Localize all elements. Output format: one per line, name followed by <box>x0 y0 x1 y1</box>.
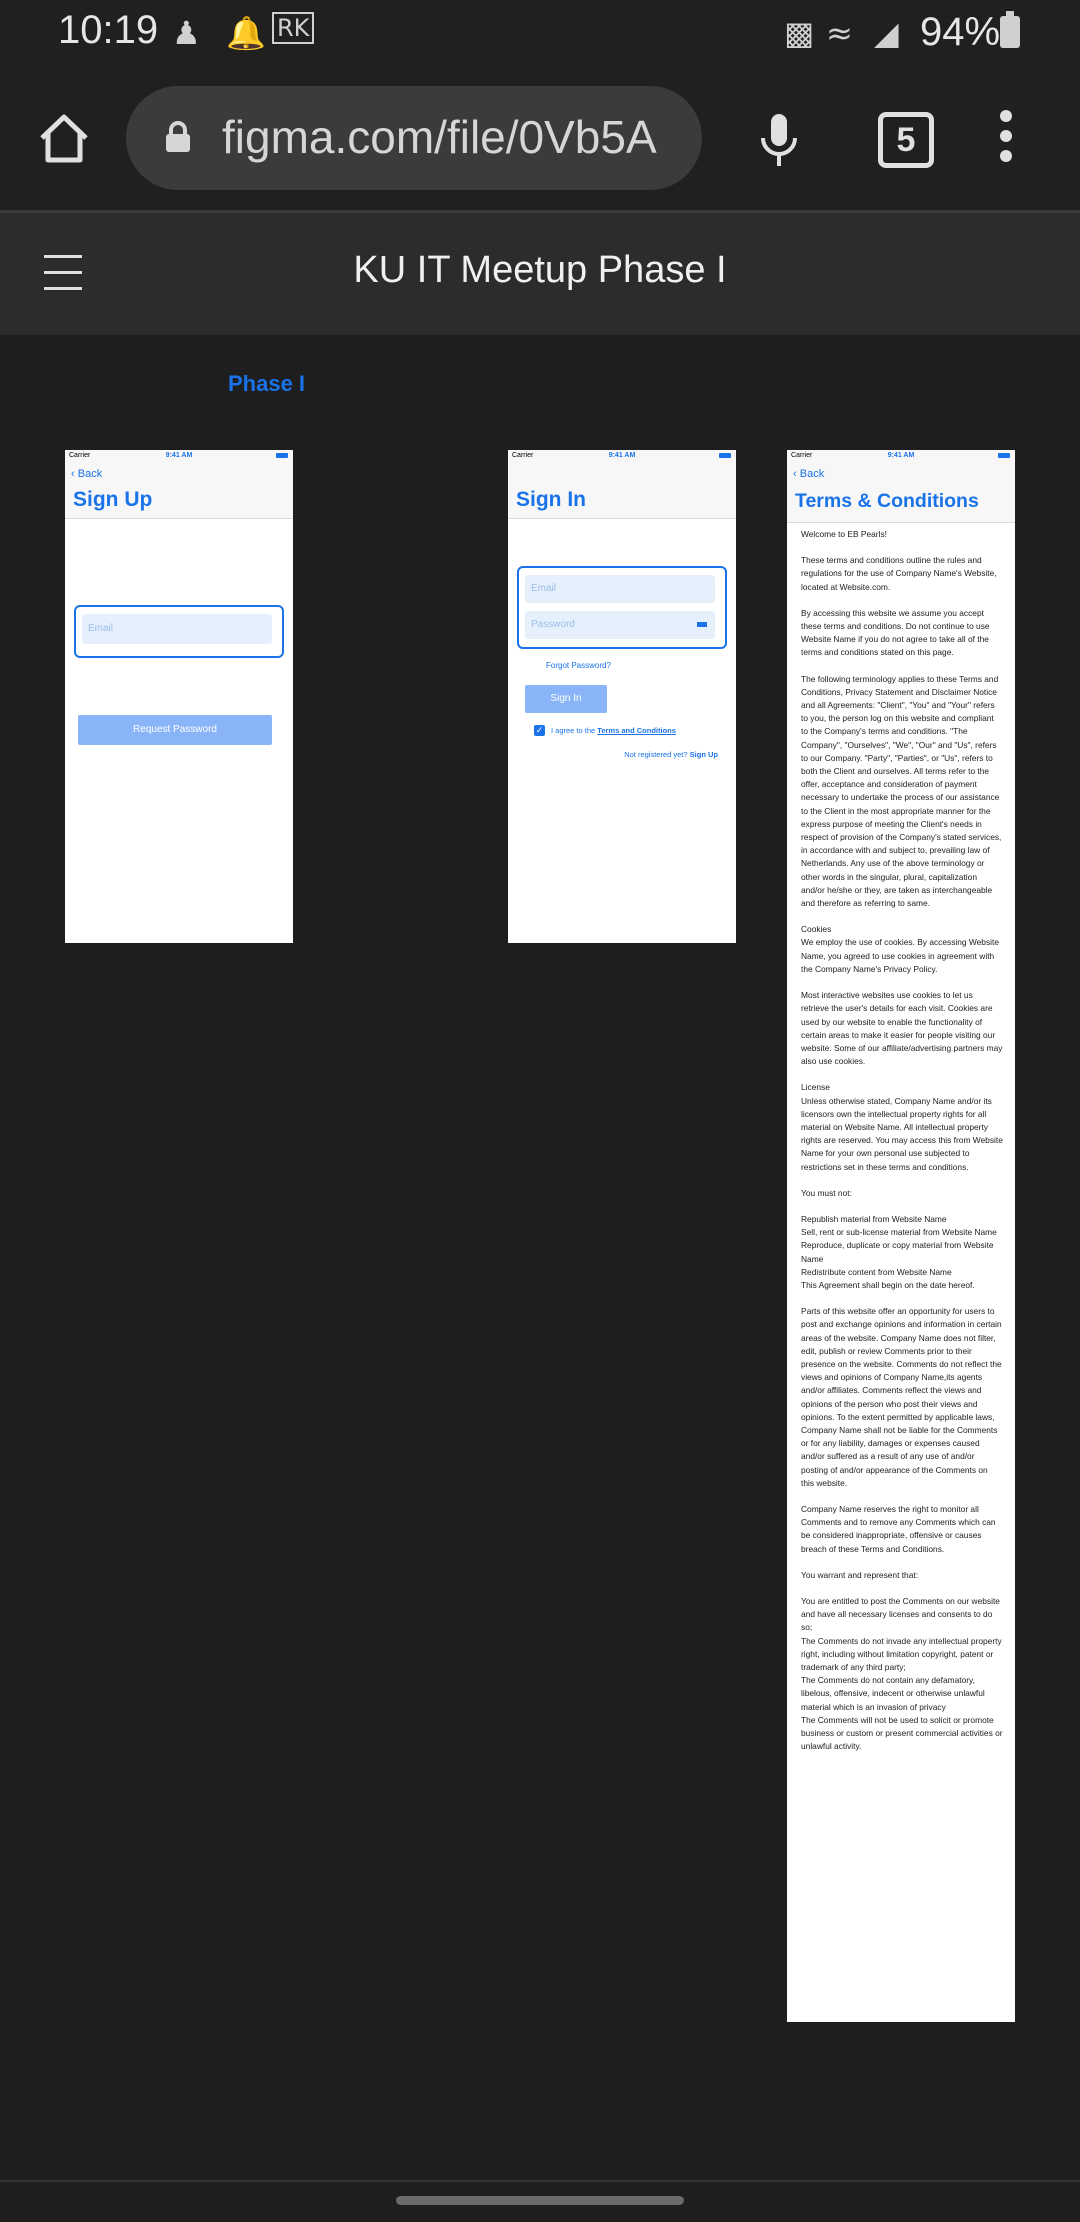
signin-title: Sign In <box>516 488 586 511</box>
battery-icon <box>276 453 288 458</box>
figma-header: KU IT Meetup Phase I <box>0 213 1080 335</box>
frame-header: Sign In <box>508 462 736 519</box>
accessibility-icon: ♟ <box>172 14 201 52</box>
signin-button[interactable]: Sign In <box>525 685 607 713</box>
tab-switcher-button[interactable]: 5 <box>878 112 934 168</box>
register-row: Not registered yet? Sign Up <box>624 750 718 759</box>
frame-time: 9:41 AM <box>887 452 915 459</box>
terms-paragraph: Company Name reserves the right to monit… <box>801 1504 996 1554</box>
battery-percent: 94% <box>920 10 1001 54</box>
terms-paragraph: The following terminology applies to the… <box>801 673 1002 909</box>
page-label: Phase I <box>228 371 306 396</box>
lock-icon <box>166 121 190 152</box>
terms-paragraph: You must not: <box>801 1187 852 1198</box>
signup-title: Sign Up <box>73 488 153 511</box>
terms-paragraph: License Unless otherwise stated, Company… <box>801 1082 1003 1172</box>
battery-icon <box>719 453 731 458</box>
rk-app-icon: RK <box>272 12 315 44</box>
file-title: KU IT Meetup Phase I <box>353 249 727 291</box>
browser-toolbar: figma.com/file/0Vb5A 5 <box>0 66 1080 213</box>
forgot-password-link[interactable]: Forgot Password? <box>546 661 611 670</box>
terms-title: Terms & Conditions <box>795 490 979 512</box>
battery-saver-icon: ▩ <box>784 14 815 52</box>
email-field[interactable]: Email <box>525 575 715 603</box>
terms-paragraph: You warrant and represent that: <box>801 1569 919 1580</box>
home-icon[interactable] <box>36 110 92 166</box>
terms-paragraph: You are entitled to post the Comments on… <box>801 1596 1003 1752</box>
signup-frame[interactable]: Carrier 9:41 AM ‹ Back Sign Up Email Req… <box>65 450 293 943</box>
terms-paragraph: Welcome to EB Pearls! <box>801 529 887 539</box>
frame-status-bar: Carrier 9:41 AM <box>508 450 736 462</box>
agree-text: I agree to the <box>551 726 596 735</box>
password-reveal-icon[interactable] <box>697 622 707 627</box>
signup-link[interactable]: Sign Up <box>690 750 718 759</box>
terms-content: Welcome to EB Pearls! These terms and co… <box>801 528 1003 1766</box>
frame-header: ‹ Back Sign Up <box>65 462 293 519</box>
not-registered-text: Not registered yet? <box>624 750 688 759</box>
clock: 10:19 <box>58 8 159 52</box>
terms-paragraph: These terms and conditions outline the r… <box>801 555 997 592</box>
battery-icon <box>998 453 1010 458</box>
more-options-icon[interactable] <box>996 110 1016 170</box>
email-field[interactable]: Email <box>82 614 272 644</box>
request-password-button[interactable]: Request Password <box>78 715 272 745</box>
terms-frame[interactable]: Carrier 9:41 AM ‹ Back Terms & Condition… <box>787 450 1015 2022</box>
status-bar: 10:19 ♟ 🔔 RK ▩ ≈ ◢ 94% <box>0 0 1080 66</box>
url-text[interactable]: figma.com/file/0Vb5A <box>222 110 682 164</box>
back-label: Back <box>77 468 103 480</box>
terms-paragraph: Cookies We employ the use of cookies. By… <box>801 924 999 974</box>
signin-frame[interactable]: Carrier 9:41 AM Sign In Email Password F… <box>508 450 736 943</box>
frame-header: ‹ Back Terms & Conditions <box>787 462 1015 523</box>
microphone-icon[interactable] <box>754 110 804 170</box>
frame-status-bar: Carrier 9:41 AM <box>787 450 1015 462</box>
gesture-handle[interactable] <box>396 2196 684 2205</box>
battery-icon <box>1000 11 1020 48</box>
email-input-group: Email <box>74 605 284 658</box>
signal-icon: ◢ <box>874 14 899 52</box>
terms-link[interactable]: Terms and Conditions <box>597 726 676 735</box>
address-bar[interactable]: figma.com/file/0Vb5A <box>126 86 702 190</box>
bell-icon: 🔔 <box>226 14 266 52</box>
frame-time: 9:41 AM <box>165 452 193 459</box>
terms-paragraph: By accessing this website we assume you … <box>801 607 990 658</box>
password-field[interactable]: Password <box>525 611 715 639</box>
terms-paragraph: Parts of this website offer an opportuni… <box>801 1306 1002 1488</box>
back-label: Back <box>799 468 825 480</box>
terms-paragraph: Republish material from Website Name Sel… <box>801 1213 997 1290</box>
frame-status-bar: Carrier 9:41 AM <box>65 450 293 462</box>
credentials-input-group: Email Password <box>517 566 727 649</box>
agree-row: I agree to the Terms and Conditions <box>551 726 676 735</box>
terms-paragraph: Most interactive websites use cookies to… <box>801 990 1003 1067</box>
password-placeholder: Password <box>531 619 575 630</box>
agree-checkbox[interactable]: ✓ <box>534 725 545 736</box>
frame-time: 9:41 AM <box>608 452 636 459</box>
wifi-icon: ≈ <box>826 14 853 52</box>
back-button[interactable]: ‹ Back <box>793 468 824 480</box>
figma-canvas[interactable]: Phase I Carrier 9:41 AM ‹ Back Sign Up E… <box>0 335 1080 2180</box>
back-button[interactable]: ‹ Back <box>71 468 102 480</box>
